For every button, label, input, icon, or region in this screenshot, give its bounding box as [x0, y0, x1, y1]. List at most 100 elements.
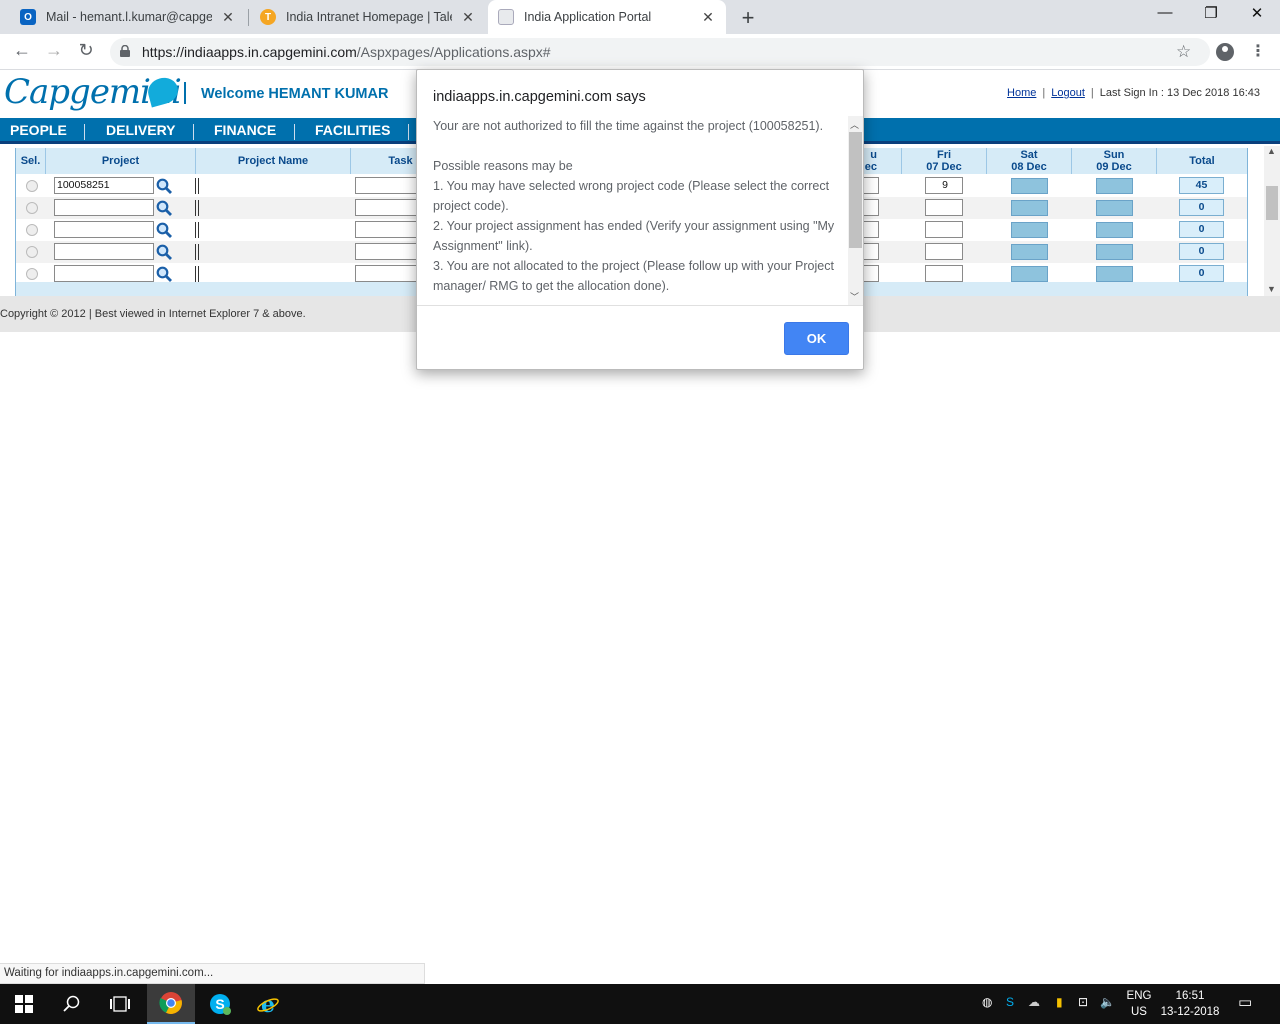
search-icon[interactable]: [156, 244, 172, 260]
header-sel: Sel.: [16, 148, 46, 174]
fri-hours-input[interactable]: [925, 243, 963, 260]
logout-link[interactable]: Logout: [1051, 87, 1085, 99]
windows-start-icon[interactable]: [0, 984, 48, 1024]
search-icon[interactable]: [156, 178, 172, 194]
copyright-text: Copyright © 2012 | Best viewed in Intern…: [0, 308, 306, 320]
menu-facilities[interactable]: FACILITIES: [315, 122, 390, 138]
column-divider: [195, 178, 199, 194]
search-icon[interactable]: [156, 200, 172, 216]
task-view-icon[interactable]: [96, 984, 144, 1024]
column-divider: [195, 266, 199, 282]
clock-time: 16:51: [1175, 990, 1205, 1002]
row-total: 0: [1179, 265, 1224, 282]
task-input[interactable]: [355, 199, 417, 216]
header-total: Total: [1157, 148, 1247, 174]
chevron-down-icon[interactable]: ﹀: [850, 290, 859, 303]
network-globe-icon[interactable]: ◍: [982, 995, 992, 1009]
skype-icon[interactable]: S: [196, 984, 244, 1024]
internet-explorer-icon[interactable]: e: [244, 984, 292, 1024]
search-icon[interactable]: [156, 222, 172, 238]
fri-hours-input[interactable]: [925, 265, 963, 282]
scroll-down-icon[interactable]: ▼: [1267, 284, 1276, 294]
skype-tray-icon[interactable]: S: [1006, 995, 1014, 1009]
ok-button[interactable]: OK: [784, 322, 849, 355]
menu-people[interactable]: PEOPLE: [10, 122, 67, 138]
project-code-input[interactable]: [54, 199, 154, 216]
close-icon[interactable]: ✕: [460, 9, 476, 26]
dialog-scroll-thumb[interactable]: [849, 132, 862, 248]
notifications-icon[interactable]: ▭: [1238, 993, 1252, 1011]
project-code-input[interactable]: [54, 243, 154, 260]
close-icon[interactable]: ✕: [700, 9, 716, 26]
fri-hours-input[interactable]: 9: [925, 177, 963, 194]
row-select-radio[interactable]: [26, 180, 38, 192]
dialog-spacer: [433, 136, 851, 156]
row-total: 45: [1179, 177, 1224, 194]
row-total: 0: [1179, 221, 1224, 238]
menu-dots-icon[interactable]: ⋮: [1250, 41, 1266, 61]
clock[interactable]: 16:51 13-12-2018: [1160, 988, 1220, 1020]
sun-hours-input: [1096, 266, 1133, 282]
row-select-radio[interactable]: [26, 224, 38, 236]
tab-mail[interactable]: O Mail - hemant.l.kumar@capgemi ✕: [10, 0, 246, 34]
windows-taskbar: S e ◍ S ☁ ▮ ⊡ 🔈 ENG US 16:51 13-12-2018 ▭: [0, 984, 1280, 1024]
welcome-text: Welcome HEMANT KUMAR: [201, 86, 389, 102]
home-link[interactable]: Home: [1007, 87, 1036, 99]
outlook-icon: O: [20, 9, 36, 25]
page-scrollbar[interactable]: ▲ ▼: [1264, 146, 1280, 296]
onedrive-icon[interactable]: ☁: [1028, 995, 1040, 1009]
task-input[interactable]: [355, 243, 417, 260]
row-select-radio[interactable]: [26, 268, 38, 280]
restore-button[interactable]: ❐: [1196, 4, 1226, 22]
account-icon[interactable]: [1216, 43, 1234, 61]
header-sat: Sat 08 Dec: [987, 148, 1072, 174]
security-icon[interactable]: ▮: [1056, 995, 1063, 1009]
row-total: 0: [1179, 199, 1224, 216]
close-icon[interactable]: ✕: [220, 9, 236, 26]
project-code-input[interactable]: [54, 265, 154, 282]
bookmark-star-icon[interactable]: ☆: [1176, 42, 1191, 62]
sat-hours-input: [1011, 266, 1048, 282]
fri-hours-input[interactable]: [925, 199, 963, 216]
chrome-icon[interactable]: [147, 984, 195, 1024]
volume-icon[interactable]: 🔈: [1100, 995, 1115, 1009]
task-input[interactable]: [355, 265, 417, 282]
scrollbar-thumb[interactable]: [1266, 186, 1278, 220]
sun-hours-input: [1096, 222, 1133, 238]
project-code-input[interactable]: 100058251: [54, 177, 154, 194]
dialog-line: Your are not authorized to fill the time…: [433, 119, 824, 133]
fri-hours-input[interactable]: [925, 221, 963, 238]
scroll-up-icon[interactable]: ▲: [1267, 146, 1276, 156]
row-select-radio[interactable]: [26, 202, 38, 214]
sat-hours-input: [1011, 200, 1048, 216]
dialog-title: indiaapps.in.capgemini.com says: [433, 89, 646, 105]
language-indicator[interactable]: ENG US: [1124, 988, 1154, 1020]
divider: [184, 82, 186, 104]
intranet-icon: T: [260, 9, 276, 25]
back-button[interactable]: ←: [10, 40, 34, 61]
project-code-input[interactable]: [54, 221, 154, 238]
header-fri: Fri 07 Dec: [902, 148, 987, 174]
menu-finance[interactable]: FINANCE: [214, 122, 276, 138]
sat-hours-input: [1011, 244, 1048, 260]
new-tab-button[interactable]: +: [738, 5, 758, 31]
sun-hours-input: [1096, 200, 1133, 216]
menu-separator: [84, 124, 85, 140]
close-window-button[interactable]: ✕: [1242, 4, 1272, 22]
search-icon[interactable]: [156, 266, 172, 282]
task-input[interactable]: [355, 221, 417, 238]
dialog-scrollbar[interactable]: ︿ ﹀: [848, 116, 863, 305]
chevron-up-icon[interactable]: ︿: [850, 118, 859, 131]
row-select-radio[interactable]: [26, 246, 38, 258]
search-icon[interactable]: [48, 984, 96, 1024]
tab-application-portal[interactable]: India Application Portal ✕: [488, 0, 726, 34]
forward-button[interactable]: →: [42, 40, 66, 61]
tab-intranet[interactable]: T India Intranet Homepage | Talent ✕: [250, 0, 486, 34]
network-icon[interactable]: ⊡: [1078, 995, 1088, 1009]
task-input[interactable]: [355, 177, 417, 194]
minimize-button[interactable]: —: [1150, 4, 1180, 21]
status-bar: Waiting for indiaapps.in.capgemini.com..…: [0, 963, 425, 984]
reload-button[interactable]: ↻: [74, 40, 98, 61]
lang-code: ENG: [1126, 990, 1152, 1002]
menu-delivery[interactable]: DELIVERY: [106, 122, 176, 138]
